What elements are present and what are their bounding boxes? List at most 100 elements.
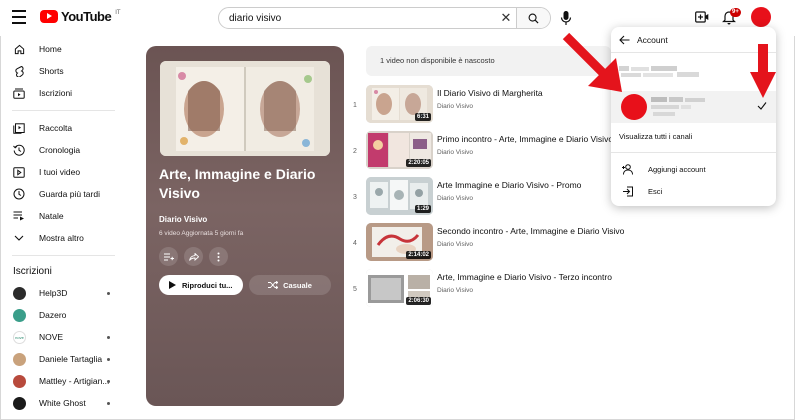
sidebar-item-label: Raccolta: [39, 123, 73, 133]
annotation-arrow-icon: [750, 44, 776, 98]
playlist-title: Arte, Immagine e Diario Visivo: [159, 166, 316, 201]
playlist-video-row[interactable]: 5 2:06:30 Arte, Immagine e Diario Visivo…: [350, 269, 650, 311]
sidebar-item-watch-later[interactable]: Guarda più tardi: [0, 183, 125, 205]
video-thumbnail[interactable]: 6:31: [366, 85, 433, 123]
playlist-video-row[interactable]: 3 1:29 Arte Immagine e Diario Visivo - P…: [350, 177, 650, 219]
video-channel[interactable]: Diario Visivo: [437, 149, 473, 156]
subscription-label: Dazero: [39, 310, 67, 320]
add-account-label: Aggiungi account: [648, 164, 706, 174]
share-button[interactable]: [184, 247, 203, 266]
video-thumbnail[interactable]: 2:14:02: [366, 223, 433, 261]
account-avatar[interactable]: [751, 7, 771, 27]
video-duration: 1:29: [414, 205, 431, 213]
video-title[interactable]: Il Diario Visivo di Margherita: [437, 88, 543, 98]
video-channel[interactable]: Diario Visivo: [437, 195, 473, 202]
video-index: 5: [353, 286, 357, 293]
add-account-item[interactable]: Aggiungi account: [611, 158, 776, 180]
video-index: 4: [353, 240, 357, 247]
library-icon: [13, 122, 25, 134]
sidebar-item-subscriptions[interactable]: Iscrizioni: [0, 82, 125, 104]
sidebar-item-home[interactable]: Home: [0, 38, 125, 60]
create-video-icon[interactable]: [695, 11, 709, 23]
subscription-label: White Ghost: [39, 398, 86, 408]
subscription-label: NOVE: [39, 332, 64, 342]
sign-out-item[interactable]: Esci: [611, 180, 776, 202]
video-title[interactable]: Primo incontro - Arte, Immagine e Diario…: [437, 134, 613, 144]
playlist-channel[interactable]: Diario Visivo: [159, 215, 207, 224]
account-menu-title: Account: [637, 34, 668, 45]
sidebar-item-label: Iscrizioni: [39, 88, 73, 98]
subscription-item[interactable]: Help3D: [0, 282, 125, 304]
channel-avatar: [13, 352, 26, 366]
play-icon: [169, 281, 176, 289]
home-icon: [13, 43, 25, 55]
video-channel[interactable]: Diario Visivo: [437, 241, 473, 248]
add-playlist-icon: [163, 253, 174, 260]
video-channel[interactable]: Diario Visivo: [437, 103, 473, 110]
playlist-header-card: Arte, Immagine e Diario Visivo Diario Vi…: [146, 46, 344, 406]
add-account-icon: [622, 163, 634, 175]
video-title[interactable]: Arte, Immagine e Diario Visivo - Terzo i…: [437, 272, 612, 282]
youtube-logo[interactable]: YouTube IT: [40, 9, 121, 24]
search-button[interactable]: [516, 8, 550, 28]
menu-icon[interactable]: [12, 10, 26, 24]
subscription-label: Mattley - Artigian...: [39, 376, 110, 386]
playlist-thumbnail[interactable]: [160, 61, 330, 156]
sidebar-item-natale[interactable]: Natale: [0, 205, 125, 227]
more-options-button[interactable]: [209, 247, 228, 266]
video-title[interactable]: Secondo incontro - Arte, Immagine e Diar…: [437, 226, 624, 236]
video-thumbnail[interactable]: 2:20:05: [366, 131, 433, 169]
video-duration: 2:06:30: [406, 297, 431, 305]
youtube-play-icon: [40, 10, 58, 23]
shuffle-label: Casuale: [283, 280, 312, 290]
new-content-dot: [107, 380, 110, 383]
playlist-meta: 6 video Aggiornata 5 giorni fa: [159, 230, 244, 237]
channel-avatar: [13, 396, 26, 410]
video-thumbnail[interactable]: 1:29: [366, 177, 433, 215]
playlist-icon: [13, 210, 25, 222]
sidebar-item-label: Home: [39, 44, 62, 54]
playlist-video-row[interactable]: 2 2:20:05 Primo incontro - Arte, Immagin…: [350, 131, 650, 173]
sidebar-item-history[interactable]: Cronologia: [0, 139, 125, 161]
subscription-item[interactable]: Daniele Tartaglia: [0, 348, 125, 370]
subscriptions-icon: [13, 87, 25, 99]
play-all-button[interactable]: Riproduci tu...: [159, 275, 243, 295]
more-vert-icon: [217, 252, 220, 261]
sidebar-item-library[interactable]: Raccolta: [0, 117, 125, 139]
subscription-label: Help3D: [39, 288, 68, 298]
sidebar-item-your-videos[interactable]: I tuoi video: [0, 161, 125, 183]
history-icon: [13, 144, 25, 156]
playlist-video-row[interactable]: 4 2:14:02 Secondo incontro - Arte, Immag…: [350, 223, 650, 265]
subscription-item[interactable]: Mattley - Artigian...: [0, 370, 125, 392]
share-icon: [188, 252, 199, 261]
sidebar-item-label: I tuoi video: [39, 167, 81, 177]
microphone-icon[interactable]: [560, 9, 572, 27]
video-title[interactable]: Arte Immagine e Diario Visivo - Promo: [437, 180, 581, 190]
video-thumbnail[interactable]: 2:06:30: [366, 269, 433, 307]
sidebar-item-shorts[interactable]: Shorts: [0, 60, 125, 82]
annotation-arrow-icon: [562, 32, 622, 92]
search-input[interactable]: [219, 8, 496, 28]
view-all-channels-link[interactable]: Visualizza tutti i canali: [619, 132, 692, 141]
subscription-item[interactable]: White Ghost: [0, 392, 125, 414]
search-box: ✕: [218, 7, 551, 29]
sidebar-item-label: Natale: [39, 211, 64, 221]
sidebar-item-label: Cronologia: [39, 145, 81, 155]
sidebar: Home Shorts Iscrizioni Raccolta Cronolog…: [0, 38, 125, 414]
shuffle-button[interactable]: Casuale: [249, 275, 331, 295]
sidebar-divider: [12, 110, 115, 111]
sign-out-label: Esci: [648, 186, 663, 196]
subscription-item[interactable]: nove NOVE: [0, 326, 125, 348]
subscription-label: Daniele Tartaglia: [39, 354, 103, 364]
your-videos-icon: [13, 166, 25, 178]
subscription-item[interactable]: Dazero: [0, 304, 125, 326]
sign-out-icon: [622, 186, 634, 197]
clear-search-icon[interactable]: ✕: [496, 8, 516, 28]
new-content-dot: [107, 402, 110, 405]
video-duration: 2:20:05: [406, 159, 431, 167]
video-duration: 6:31: [414, 113, 431, 121]
add-to-playlist-button[interactable]: [159, 247, 178, 266]
video-channel[interactable]: Diario Visivo: [437, 287, 473, 294]
playlist-actions: [159, 247, 228, 266]
sidebar-item-show-more[interactable]: Mostra altro: [0, 227, 125, 249]
